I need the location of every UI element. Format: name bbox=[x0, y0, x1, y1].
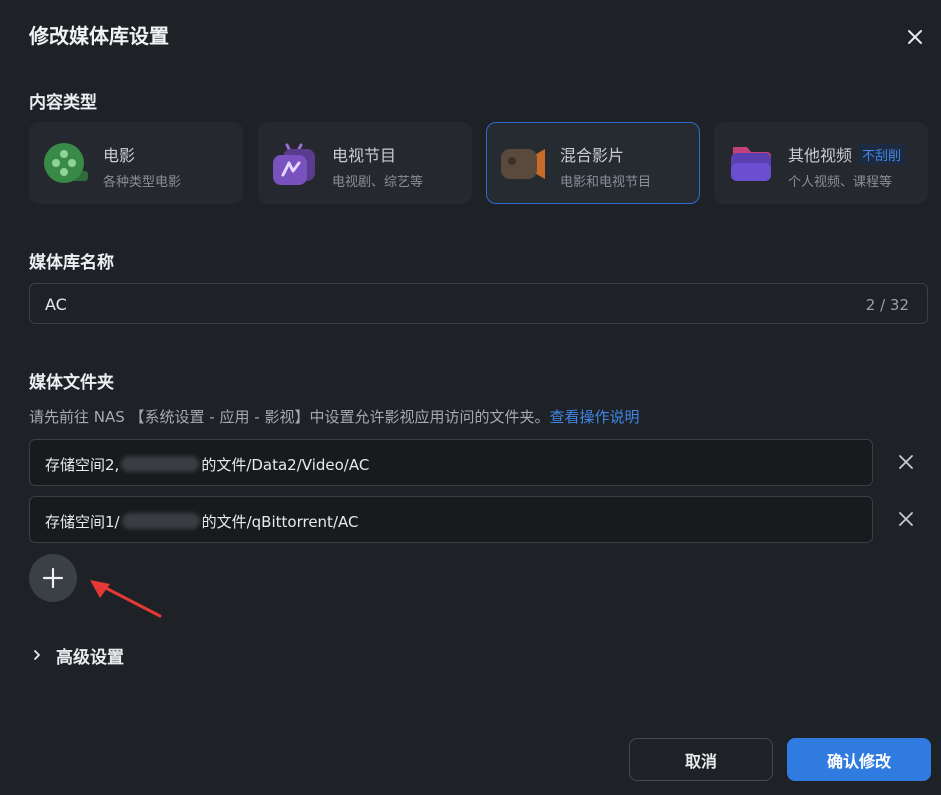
cancel-button[interactable]: 取消 bbox=[629, 738, 773, 781]
card-title-text: 其他视频 bbox=[788, 146, 853, 165]
folder-path: 存储空间2, 的文件/Data2/Video/AC bbox=[45, 454, 369, 475]
card-title: 电影 bbox=[103, 146, 136, 165]
character-counter: 2 / 32 bbox=[865, 296, 909, 314]
annotation-arrow-icon bbox=[90, 580, 162, 618]
media-folders-label: 媒体文件夹 bbox=[29, 373, 114, 393]
folder-path: 存储空间1/的文件/qBittorrent/AC bbox=[45, 511, 358, 532]
plus-icon bbox=[42, 567, 64, 589]
folder-path-prefix: 存储空间2, bbox=[45, 456, 120, 474]
add-folder-button[interactable] bbox=[29, 554, 77, 602]
close-button[interactable] bbox=[903, 25, 927, 49]
remove-folder-button[interactable] bbox=[895, 508, 917, 530]
page-title: 修改媒体库设置 bbox=[29, 24, 169, 48]
no-scrape-badge: 不刮削 bbox=[858, 144, 906, 165]
folder-path-row[interactable]: 存储空间2, 的文件/Data2/Video/AC bbox=[29, 439, 873, 486]
chevron-right-icon bbox=[34, 650, 40, 660]
confirm-button[interactable]: 确认修改 bbox=[787, 738, 931, 781]
library-name-value: AC bbox=[45, 295, 67, 314]
advanced-settings-label: 高级设置 bbox=[56, 647, 124, 668]
library-name-label: 媒体库名称 bbox=[29, 253, 114, 273]
close-icon bbox=[899, 512, 913, 526]
close-icon bbox=[908, 30, 922, 44]
card-title: 其他视频 不刮削 bbox=[788, 142, 906, 166]
content-type-tv[interactable]: 电视节目 电视剧、综艺等 bbox=[258, 122, 472, 204]
help-link[interactable]: 查看操作说明 bbox=[549, 408, 639, 426]
card-subtitle: 个人视频、课程等 bbox=[788, 175, 893, 190]
film-reel-icon bbox=[44, 143, 88, 183]
card-title: 混合影片 bbox=[560, 146, 625, 165]
redacted-blur bbox=[121, 456, 200, 472]
content-type-movie[interactable]: 电影 各种类型电影 bbox=[29, 122, 243, 204]
advanced-settings-toggle[interactable]: 高级设置 bbox=[30, 643, 124, 668]
card-subtitle: 电影和电视节目 bbox=[560, 175, 652, 190]
library-name-input[interactable]: AC 2 / 32 bbox=[29, 283, 928, 324]
media-folders-hint: 请先前往 NAS 【系统设置 - 应用 - 影视】中设置允许影视应用访问的文件夹… bbox=[29, 406, 639, 427]
folder-icon bbox=[731, 147, 771, 181]
redacted-blur bbox=[121, 513, 200, 529]
hint-text: 请先前往 NAS 【系统设置 - 应用 - 影视】中设置允许影视应用访问的文件夹… bbox=[29, 408, 550, 426]
card-title: 电视节目 bbox=[332, 146, 397, 165]
tv-icon bbox=[273, 143, 315, 185]
folder-path-suffix: 的文件/Data2/Video/AC bbox=[201, 456, 370, 474]
remove-folder-button[interactable] bbox=[895, 451, 917, 473]
folder-path-suffix: 的文件/qBittorrent/AC bbox=[201, 513, 359, 531]
content-type-mixed[interactable]: 混合影片 电影和电视节目 bbox=[486, 122, 700, 204]
card-subtitle: 各种类型电影 bbox=[103, 175, 182, 190]
folder-path-prefix: 存储空间1/ bbox=[45, 513, 120, 531]
video-camera-icon bbox=[501, 149, 545, 179]
card-subtitle: 电视剧、综艺等 bbox=[332, 175, 424, 190]
folder-path-row[interactable]: 存储空间1/的文件/qBittorrent/AC bbox=[29, 496, 873, 543]
content-type-label: 内容类型 bbox=[29, 93, 97, 113]
close-icon bbox=[899, 455, 913, 469]
content-type-other[interactable]: 其他视频 不刮削 个人视频、课程等 bbox=[714, 122, 928, 204]
